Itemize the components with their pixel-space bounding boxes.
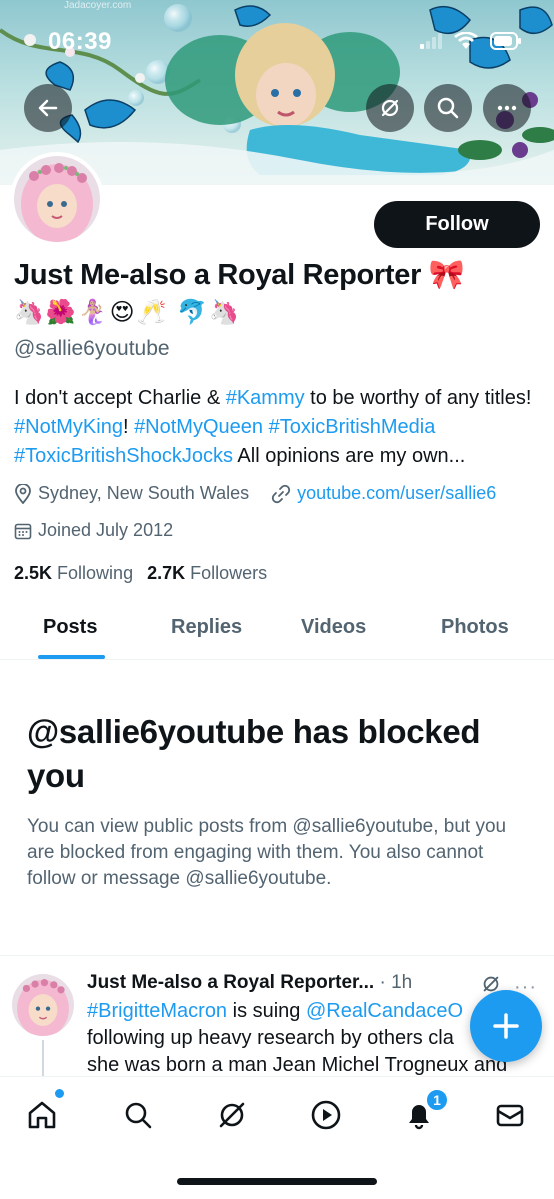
profile-stats: 2.5K Following 2.7K Followers (14, 563, 267, 584)
mail-icon (496, 1104, 524, 1127)
tab-photos[interactable]: Photos (441, 616, 509, 639)
tweet-header: Just Me-also a Royal Reporter... · 1h (87, 972, 412, 994)
more-button[interactable] (483, 84, 531, 132)
grok-icon (219, 1102, 245, 1128)
wifi-icon (454, 32, 478, 49)
grok-icon (381, 99, 399, 117)
home-icon (28, 1101, 56, 1129)
following-count: 2.5K (14, 563, 53, 583)
tweet-avatar[interactable] (12, 974, 74, 1036)
following-stat[interactable]: 2.5K Following (14, 563, 133, 584)
bio-text: All opinions are my own... (232, 445, 466, 467)
profile-avatar[interactable] (10, 152, 104, 246)
hashtag-link[interactable]: #BrigitteMacron (87, 1000, 227, 1022)
tab-videos[interactable]: Videos (301, 616, 366, 639)
profile-joined: Joined July 2012 (38, 520, 174, 540)
profile-banner[interactable]: Jadacoyer.com 06:39 (0, 0, 554, 185)
tweet-author[interactable]: Just Me-also a Royal Reporter... (87, 972, 374, 993)
mention-link[interactable]: @RealCandaceO (306, 1000, 463, 1022)
following-label: Following (57, 563, 134, 583)
status-icons (420, 32, 522, 50)
status-time: 06:39 (48, 28, 112, 55)
tab-replies[interactable]: Replies (171, 616, 242, 639)
link-icon (271, 484, 291, 504)
battery-icon (490, 32, 521, 50)
profile-location: Sydney, New South Wales (38, 483, 250, 503)
bio-text: I don't accept Charlie & (14, 387, 226, 409)
bio-text: ! (122, 416, 135, 438)
profile-meta: Sydney, New South Wales youtube.com/user… (14, 483, 496, 504)
search-button[interactable] (424, 84, 472, 132)
profile-name-emojis: 🦄🌺🧜🏼‍♀️😍🥂 🐬🦄 (14, 299, 241, 326)
nav-home[interactable] (22, 1095, 62, 1135)
hashtag-link[interactable]: #ToxicBritishMedia (269, 416, 436, 438)
grok-button[interactable] (366, 84, 414, 132)
hashtag-link[interactable]: #Kammy (226, 387, 305, 409)
profile-joined-row: Joined July 2012 (14, 520, 173, 541)
followers-count: 2.7K (147, 563, 186, 583)
avatar-image (14, 156, 100, 242)
tweet-line: she was born a man Jean Michel Trogneux … (87, 1054, 508, 1076)
play-icon (311, 1100, 341, 1130)
profile-name: Just Me-also a Royal Reporter 🎀 (14, 259, 465, 291)
profile-bio: I don't accept Charlie & #Kammy to be wo… (14, 384, 544, 471)
nav-grok[interactable] (212, 1095, 252, 1135)
back-button[interactable] (24, 84, 72, 132)
hashtag-link[interactable]: #ToxicBritishShockJocks (14, 445, 233, 467)
hashtag-link[interactable]: #NotMyKing (14, 416, 123, 438)
followers-label: Followers (190, 563, 268, 583)
search-icon (437, 97, 459, 119)
nav-explore[interactable] (118, 1095, 158, 1135)
blocked-description: You can view public posts from @sallie6y… (27, 816, 507, 889)
blocked-title: @sallie6youtube has blocked you (27, 713, 481, 794)
location-icon (14, 483, 32, 504)
home-indicator (177, 1178, 377, 1185)
arrow-left-icon (38, 99, 58, 117)
thread-line (42, 1040, 44, 1080)
tweet-line-text: is suing (227, 1000, 306, 1022)
section-divider (0, 955, 554, 956)
calendar-icon (14, 522, 32, 540)
avatar-image (12, 974, 74, 1036)
hashtag-link[interactable]: #NotMyQueen (134, 416, 263, 438)
profile-handle: @sallie6youtube (14, 337, 170, 360)
followers-stat[interactable]: 2.7K Followers (147, 563, 267, 584)
more-icon (497, 105, 517, 111)
follow-button[interactable]: Follow (374, 201, 540, 248)
active-tab-indicator (38, 655, 105, 659)
notification-badge: 1 (425, 1088, 449, 1112)
nav-video[interactable] (306, 1095, 346, 1135)
tab-posts[interactable]: Posts (43, 616, 97, 639)
bio-text: to be worthy of any titles! (304, 387, 532, 409)
home-unread-dot (55, 1089, 64, 1098)
plus-icon (493, 1013, 519, 1039)
nav-messages[interactable] (490, 1095, 530, 1135)
profile-website-link[interactable]: youtube.com/user/sallie6 (297, 483, 496, 504)
profile-tabs: Posts Replies Videos Photos (0, 600, 554, 660)
signal-icon (420, 33, 442, 49)
search-icon (125, 1102, 152, 1129)
tweet-time: · 1h (374, 972, 413, 993)
compose-button[interactable] (470, 990, 542, 1062)
status-bar: 06:39 (0, 0, 554, 80)
